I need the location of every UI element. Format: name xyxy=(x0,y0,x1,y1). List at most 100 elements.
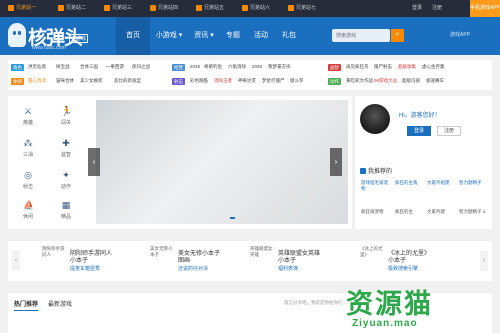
category-link[interactable]: 甜心消消 xyxy=(28,78,46,84)
carousel-prev-button[interactable]: ‹ xyxy=(88,148,100,176)
topbar-tab-6[interactable]: 兄弟站六 xyxy=(242,3,270,14)
rec-game-image[interactable]: 大家齐组建 xyxy=(427,180,455,186)
category-link[interactable]: 合体三国 xyxy=(80,64,98,70)
topbar-tab-2[interactable]: 兄弟站二 xyxy=(58,3,86,14)
topbar-register-link[interactable]: 注册 xyxy=(432,4,442,11)
topbar-tab-7[interactable]: 兄弟站七 xyxy=(288,3,316,14)
topic-strip: ‹ › 阴阳师手游同人 阴阳师手游同人 小本子 提茧车箱竖秀 美女无惨小本子 美… xyxy=(8,241,492,281)
strip-link[interactable]: 福利表演 xyxy=(278,265,298,272)
app-download-button[interactable]: 手机游戏APP xyxy=(470,0,500,17)
game-icon xyxy=(288,5,294,11)
category-link[interactable]: 一拳西游 xyxy=(106,64,124,70)
genre-casual[interactable]: ⛵ 休闲 xyxy=(16,200,40,220)
category-badge[interactable]: 动作 xyxy=(328,78,341,85)
tab-hot[interactable]: 热门推荐 xyxy=(14,299,39,311)
ghost-logo-icon xyxy=(8,23,26,47)
search-button[interactable]: ⌕ xyxy=(391,29,404,42)
strip-item[interactable]: 《冰上的尤里》 《冰上的尤里》 小本子 极致搜索引擎 xyxy=(360,246,446,276)
game-icon xyxy=(196,5,202,11)
register-button[interactable]: 注册 xyxy=(437,126,461,136)
category-link[interactable]: 猫咪合体 xyxy=(56,78,74,84)
category-link[interactable]: 美少女换装 xyxy=(80,78,103,84)
category-link[interactable]: 梦星打僵尸 xyxy=(262,78,285,84)
topbar-tab-1[interactable]: 兄弟站一 xyxy=(8,3,36,14)
category-link[interactable]: 侠归之战 xyxy=(132,64,150,70)
search-icon: ⌕ xyxy=(395,31,400,38)
nav-home[interactable]: 首页 xyxy=(116,17,150,55)
category-badge[interactable]: 射击 xyxy=(172,78,185,85)
strip-link[interactable]: 还说的仔对决 xyxy=(178,265,208,272)
category-link[interactable]: 虚心生存集 xyxy=(422,64,445,70)
category-link[interactable]: 极速赛车 xyxy=(426,78,444,84)
rec-game-image[interactable]: 疯狂的主角 xyxy=(395,180,423,186)
search-input[interactable] xyxy=(332,29,390,42)
strip-next-button[interactable]: › xyxy=(480,251,488,271)
category-link[interactable]: 90游戏大战 xyxy=(374,78,397,84)
category-link[interactable]: 探宝战 xyxy=(56,64,70,70)
strip-item[interactable]: 美女无惨小本子 美女无修小本子 图画 还说的仔对决 xyxy=(150,246,236,276)
category-link[interactable]: 洪荒仙境 xyxy=(28,64,46,70)
chevron-left-icon: ‹ xyxy=(14,257,18,264)
strip-thumbnail: 《冰上的尤里》 xyxy=(360,246,383,257)
topbar-tab-3[interactable]: 兄弟站三 xyxy=(104,3,132,14)
category-link[interactable]: 消除王者 xyxy=(214,78,232,84)
nav-news[interactable]: 资讯 ▾ xyxy=(188,17,220,55)
nav-gifts[interactable]: 礼包 xyxy=(276,17,302,55)
strip-item[interactable]: 英雄联盟女英雄 英雄联盟女英雄 小本子 福利表演 xyxy=(250,246,336,276)
category-link[interactable]: 奇葩钓鱼 xyxy=(204,64,222,70)
genre-action[interactable]: ✦ 动作 xyxy=(54,170,78,190)
rec-game-image[interactable]: 游戏怪毛骑宠物 xyxy=(361,180,389,192)
category-link[interactable]: 再见疯狂鸟 xyxy=(346,64,369,70)
my-recommendations-title: 我推荐的 xyxy=(360,166,392,175)
tab-new[interactable]: 最新游戏 xyxy=(48,299,72,308)
genre-shooter[interactable]: ◎ 射击 xyxy=(16,170,40,190)
genre-puzzle[interactable]: ✚ 益智 xyxy=(54,138,78,158)
mobile-app-link[interactable]: 游戏APP xyxy=(450,31,470,38)
genre-match3[interactable]: ⁂ 三消 xyxy=(16,138,40,158)
carousel-indicator[interactable] xyxy=(230,217,235,219)
rec-game-image[interactable]: 智力题精子 xyxy=(459,180,487,186)
rec-game-name[interactable]: 疯狂的主 xyxy=(395,209,413,215)
strip-prev-button[interactable]: ‹ xyxy=(12,251,20,271)
logo-url: www.h5uc.com xyxy=(32,45,66,51)
category-link[interactable]: 神奇达芙 xyxy=(238,78,256,84)
nav-events[interactable]: 活动 xyxy=(248,17,274,55)
rec-game-name[interactable]: 智力题精子 4 xyxy=(459,209,485,215)
carousel-next-button[interactable]: › xyxy=(330,148,342,176)
category-link[interactable]: 傲斗罗 xyxy=(290,78,304,84)
topbar-tab-5[interactable]: 兄弟站五 xyxy=(196,3,224,14)
category-link[interactable]: 六角消除 xyxy=(228,64,246,70)
category-badge[interactable]: 益智 xyxy=(328,64,341,71)
hint-text: 留言分享吧，我欢迎你给你们... xyxy=(284,300,347,305)
logo-tag: 小游戏 xyxy=(69,34,89,43)
topbar-tab-4[interactable]: 兄弟站四 xyxy=(150,3,178,14)
rec-game-name[interactable]: 疯狂骑宠物 xyxy=(361,209,384,215)
genre-featured[interactable]: ▦ 精品 xyxy=(54,200,78,220)
site-logo[interactable]: 核弹头 小游戏 www.h5uc.com xyxy=(8,20,98,52)
banner-carousel[interactable]: ‹ › xyxy=(88,100,348,224)
strip-link[interactable]: 极致搜索引擎 xyxy=(388,265,418,272)
chevron-left-icon: ‹ xyxy=(92,157,96,166)
category-link[interactable]: 2048 xyxy=(190,64,200,69)
topbar-login-link[interactable]: 登录 xyxy=(412,4,422,11)
category-badge[interactable]: 休闲 xyxy=(11,78,24,85)
nav-minigames[interactable]: 小游戏 ▾ xyxy=(152,17,186,55)
category-link[interactable]: 彩色跑酷 xyxy=(190,78,208,84)
nav-topics[interactable]: 专题 xyxy=(220,17,246,55)
login-button[interactable]: 登录 xyxy=(407,126,431,136)
category-link[interactable]: 2048 xyxy=(252,64,262,69)
category-link[interactable]: 黄吃蛇大作战 xyxy=(346,78,373,84)
rec-game-name[interactable]: 大家齐建 xyxy=(427,209,445,215)
strip-link[interactable]: 提茧车箱竖秀 xyxy=(70,265,100,272)
category-link[interactable]: 超级玛丽 xyxy=(402,78,420,84)
category-link[interactable]: 恶比的新发型 xyxy=(114,78,141,84)
category-badge[interactable]: 经营 xyxy=(172,64,185,71)
category-link[interactable]: 僵尸射击 xyxy=(374,64,392,70)
genre-levels[interactable]: 🏃 闯关 xyxy=(54,106,78,126)
category-link[interactable]: 超级收集 xyxy=(398,64,416,70)
genre-hero[interactable]: ⚔ 英雄 xyxy=(16,106,40,126)
category-badge[interactable]: 角色 xyxy=(11,64,24,71)
category-link[interactable]: 我梦豪方块 xyxy=(268,64,291,70)
main-nav: 核弹头 小游戏 www.h5uc.com 首页 小游戏 ▾ 资讯 ▾ 专题 活动… xyxy=(0,17,500,55)
strip-item[interactable]: 阴阳师手游同人 阴阳师手游同人 小本子 提茧车箱竖秀 xyxy=(42,246,128,276)
